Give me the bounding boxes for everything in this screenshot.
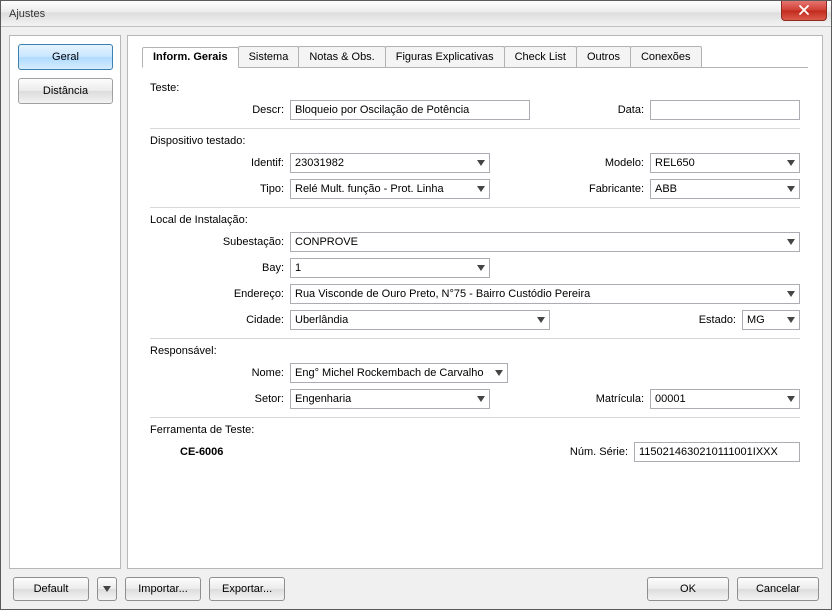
cidade-input[interactable] xyxy=(290,310,550,330)
identif-input[interactable] xyxy=(290,153,490,173)
subestacao-combo[interactable] xyxy=(290,232,800,252)
label-fabricante: Fabricante: xyxy=(570,183,650,195)
exportar-button[interactable]: Exportar... xyxy=(209,577,285,601)
label-modelo: Modelo: xyxy=(570,157,650,169)
tab-figuras[interactable]: Figuras Explicativas xyxy=(385,46,505,67)
label-matricula: Matrícula: xyxy=(570,393,650,405)
settings-window: Ajustes Geral Distância Inform. Gerais S… xyxy=(0,0,832,610)
sidebar-item-geral[interactable]: Geral xyxy=(18,44,113,70)
sidebar-item-label: Distância xyxy=(43,85,88,97)
label-tipo: Tipo: xyxy=(150,183,290,195)
chevron-down-icon xyxy=(103,583,111,595)
modelo-input[interactable] xyxy=(650,153,800,173)
identif-combo[interactable] xyxy=(290,153,490,173)
section-responsavel: Responsável: xyxy=(150,345,800,357)
matricula-input[interactable] xyxy=(650,389,800,409)
nome-input[interactable] xyxy=(290,363,508,383)
close-button[interactable] xyxy=(781,1,827,21)
titlebar: Ajustes xyxy=(1,1,831,27)
section-local: Local de Instalação: xyxy=(150,214,800,226)
close-icon xyxy=(799,4,809,18)
main-panel: Inform. Gerais Sistema Notas & Obs. Figu… xyxy=(127,35,823,569)
num-serie-input xyxy=(634,442,800,462)
tab-sistema[interactable]: Sistema xyxy=(238,46,300,67)
fabricante-combo[interactable] xyxy=(650,179,800,199)
label-setor: Setor: xyxy=(150,393,290,405)
label-descr: Descr: xyxy=(150,104,290,116)
tipo-input[interactable] xyxy=(290,179,490,199)
cancelar-button[interactable]: Cancelar xyxy=(737,577,819,601)
data-input xyxy=(650,100,800,120)
tab-checklist[interactable]: Check List xyxy=(504,46,577,67)
endereco-input[interactable] xyxy=(290,284,800,304)
tab-inform-gerais[interactable]: Inform. Gerais xyxy=(142,47,239,68)
estado-combo[interactable] xyxy=(742,310,800,330)
ok-button[interactable]: OK xyxy=(647,577,729,601)
tab-row: Inform. Gerais Sistema Notas & Obs. Figu… xyxy=(142,46,808,68)
separator xyxy=(150,417,800,418)
label-data: Data: xyxy=(570,104,650,116)
importar-button[interactable]: Importar... xyxy=(125,577,201,601)
section-teste: Teste: xyxy=(150,82,800,94)
tab-body: Teste: Descr: Data: Dispositivo testado:… xyxy=(142,68,808,558)
separator xyxy=(150,128,800,129)
default-dropdown-button[interactable] xyxy=(97,577,117,601)
tab-conexoes[interactable]: Conexões xyxy=(630,46,702,67)
descr-input[interactable] xyxy=(290,100,530,120)
endereco-combo[interactable] xyxy=(290,284,800,304)
sidebar-item-label: Geral xyxy=(52,51,79,63)
section-dispositivo: Dispositivo testado: xyxy=(150,135,800,147)
default-button[interactable]: Default xyxy=(13,577,89,601)
fabricante-input[interactable] xyxy=(650,179,800,199)
tab-outros[interactable]: Outros xyxy=(576,46,631,67)
label-subestacao: Subestação: xyxy=(150,236,290,248)
sidebar: Geral Distância xyxy=(9,35,121,569)
client-area: Geral Distância Inform. Gerais Sistema N… xyxy=(1,27,831,609)
separator xyxy=(150,338,800,339)
label-endereco: Endereço: xyxy=(150,288,290,300)
tipo-combo[interactable] xyxy=(290,179,490,199)
bottom-bar: Default Importar... Exportar... OK Cance… xyxy=(9,577,823,601)
label-identif: Identif: xyxy=(150,157,290,169)
section-ferramenta: Ferramenta de Teste: xyxy=(150,424,800,436)
device-name: CE-6006 xyxy=(180,446,223,458)
separator xyxy=(150,207,800,208)
label-num-serie: Núm. Série: xyxy=(554,446,634,458)
bay-input[interactable] xyxy=(290,258,490,278)
matricula-combo[interactable] xyxy=(650,389,800,409)
label-nome: Nome: xyxy=(150,367,290,379)
sidebar-item-distancia[interactable]: Distância xyxy=(18,78,113,104)
estado-input[interactable] xyxy=(742,310,800,330)
tab-notas-obs[interactable]: Notas & Obs. xyxy=(298,46,385,67)
nome-combo[interactable] xyxy=(290,363,508,383)
label-bay: Bay: xyxy=(150,262,290,274)
window-title: Ajustes xyxy=(9,8,45,20)
top-row: Geral Distância Inform. Gerais Sistema N… xyxy=(9,35,823,569)
label-cidade: Cidade: xyxy=(150,314,290,326)
setor-combo[interactable] xyxy=(290,389,490,409)
bay-combo[interactable] xyxy=(290,258,490,278)
label-estado: Estado: xyxy=(662,314,742,326)
cidade-combo[interactable] xyxy=(290,310,550,330)
modelo-combo[interactable] xyxy=(650,153,800,173)
subestacao-input[interactable] xyxy=(290,232,800,252)
setor-input[interactable] xyxy=(290,389,490,409)
